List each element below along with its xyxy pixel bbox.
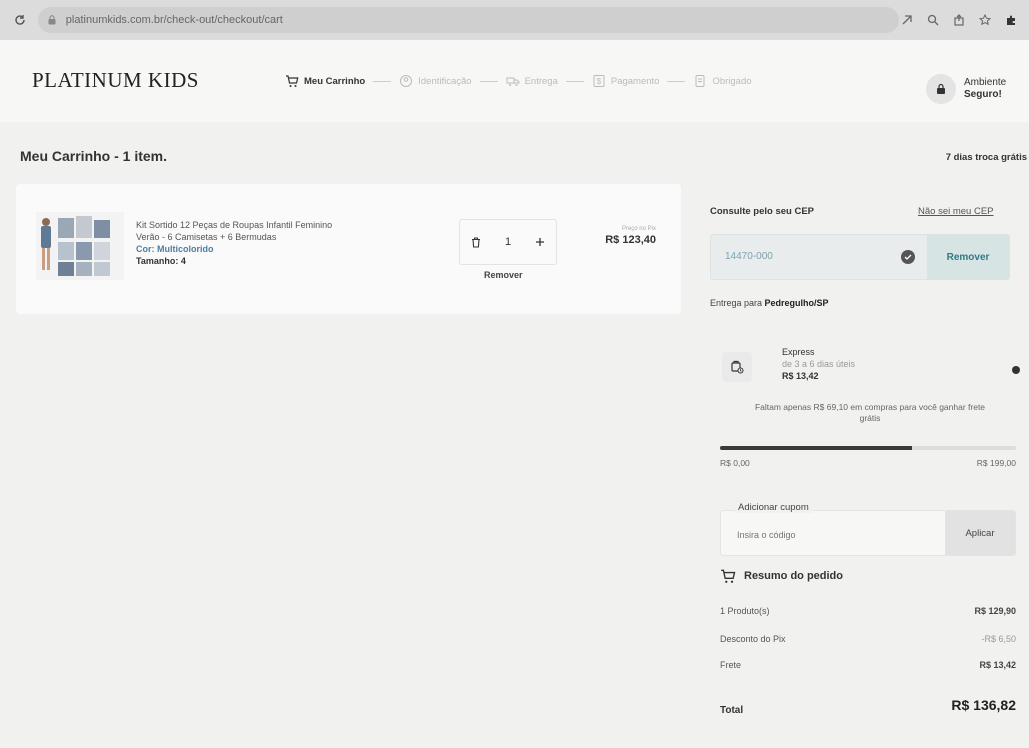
cart-icon (285, 74, 299, 88)
summary-value: R$ 129,90 (974, 606, 1016, 616)
step-divider (479, 80, 498, 82)
progress-min: R$ 0,00 (720, 458, 750, 468)
progress-max: R$ 199,00 (976, 458, 1016, 468)
total-label: Total (720, 705, 744, 716)
lock-icon (48, 15, 58, 25)
coupon-field: Aplicar (720, 510, 1016, 556)
cart-title: Meu Carrinho - 1 item. (20, 148, 168, 164)
plus-icon[interactable] (531, 238, 549, 246)
share-icon[interactable] (951, 12, 967, 28)
cart-icon (720, 568, 736, 584)
item-price: Preço no Pix R$ 123,40 (601, 226, 656, 246)
extensions-puzzle-icon[interactable] (1003, 12, 1019, 28)
browser-toolbar: platinumkids.com.br/check-out/checkout/c… (0, 0, 1029, 40)
step-divider (565, 80, 584, 82)
bookmark-star-icon[interactable] (977, 12, 993, 28)
delivery-prefix: Entrega para (710, 298, 765, 308)
price-value: R$ 123,40 (605, 234, 656, 246)
step-identification-label: Identificação (418, 75, 472, 87)
cep-field: 14470-000 Remover (710, 234, 1010, 280)
remove-item-button[interactable]: Remover (484, 270, 523, 280)
progress-track (720, 446, 1016, 450)
secure-environment: Ambiente Seguro! (926, 74, 1006, 104)
step-thanks: Obrigado (693, 74, 752, 88)
shipping-info: Express de 3 a 6 dias úteis R$ 13,42 (782, 346, 855, 382)
product-size: Tamanho: 4 (136, 256, 186, 266)
check-icon (901, 250, 915, 264)
summary-value: -R$ 6,50 (981, 634, 1016, 644)
step-thanks-label: Obrigado (712, 75, 752, 87)
coupon-input[interactable] (735, 529, 915, 541)
free-shipping-message: Faltam apenas R$ 69,10 em compras para v… (754, 402, 986, 423)
progress-fill (720, 446, 913, 450)
shipping-option[interactable]: Express de 3 a 6 dias úteis R$ 13,42 Fal… (720, 336, 1020, 456)
coupon-label: Adicionar cupom (734, 502, 813, 513)
product-color: Cor: Multicolorido (136, 244, 214, 254)
delivery-city: Pedregulho/SP (764, 298, 829, 308)
secure-text: Ambiente Seguro! (964, 77, 1006, 101)
summary-row-discount: Desconto do Pix -R$ 6,50 (720, 634, 1016, 644)
cep-input[interactable]: 14470-000 (725, 251, 773, 262)
cep-label: Consulte pelo seu CEP (710, 206, 814, 217)
address-bar[interactable]: platinumkids.com.br/check-out/checkout/c… (37, 7, 899, 33)
order-summary-title: Resumo do pedido (720, 568, 843, 584)
step-cart-label: Meu Carrinho (304, 75, 366, 87)
checkout-steps: Meu Carrinho Identificação Entrega $ Pag… (285, 74, 752, 88)
summary-label: 1 Produto(s) (720, 606, 770, 616)
total-value: R$ 136,82 (951, 697, 1016, 713)
svg-text:$: $ (597, 77, 602, 86)
zoom-icon[interactable] (925, 12, 941, 28)
summary-label: Desconto do Pix (720, 634, 786, 644)
secure-line-2: Seguro! (964, 89, 1002, 100)
secure-line-1: Ambiente (964, 77, 1007, 88)
truck-icon (506, 74, 520, 88)
quantity-stepper: 1 (459, 219, 557, 265)
quantity-value[interactable]: 1 (499, 236, 517, 248)
price-label: Preço no Pix (621, 226, 656, 232)
product-image[interactable] (36, 212, 124, 280)
shipping-days: de 3 a 6 dias úteis (782, 359, 856, 369)
free-shipping-progress: R$ 0,00 R$ 199,00 (720, 446, 1016, 468)
step-delivery-label: Entrega (524, 75, 558, 87)
step-delivery: Entrega (506, 74, 558, 88)
coupon-apply-button[interactable]: Aplicar (945, 511, 1015, 555)
lock-icon (926, 74, 956, 104)
summary-label: Frete (720, 660, 742, 670)
trash-icon[interactable] (467, 236, 485, 248)
site-header: PLATINUM KIDS Meu Carrinho Identificação… (0, 40, 1029, 122)
shipping-radio[interactable] (1012, 366, 1020, 374)
receipt-icon (693, 74, 707, 88)
shipping-name: Express (782, 347, 815, 357)
summary-row-shipping: Frete R$ 13,42 (720, 660, 1016, 670)
step-cart: Meu Carrinho (285, 74, 365, 88)
summary-total: Total R$ 136,82 (720, 697, 1016, 718)
payment-icon: $ (592, 74, 606, 88)
delivery-destination: Entrega para Pedregulho/SP (710, 298, 829, 308)
unknown-cep-link[interactable]: Não sei meu CEP (918, 206, 994, 217)
order-sidebar: Consulte pelo seu CEP Não sei meu CEP 14… (700, 184, 1029, 748)
reload-icon[interactable] (10, 10, 30, 30)
exchange-note: 7 dias troca grátis (945, 152, 1027, 163)
cart-item: Kit Sortido 12 Peças de Roupas Infantil … (16, 184, 681, 314)
step-identification: Identificação (399, 74, 472, 88)
product-name-line-1[interactable]: Kit Sortido 12 Peças de Roupas Infantil … (136, 219, 332, 231)
step-divider (667, 80, 686, 82)
step-payment-label: Pagamento (610, 75, 660, 87)
summary-row-products: 1 Produto(s) R$ 129,90 (720, 606, 1016, 616)
browser-actions (899, 12, 1019, 28)
product-name-line-2[interactable]: Verão - 6 Camisetas + 6 Bermudas (136, 231, 332, 243)
extension-icon[interactable] (899, 12, 915, 28)
step-payment: $ Pagamento (592, 74, 660, 88)
product-info: Kit Sortido 12 Peças de Roupas Infantil … (136, 219, 332, 267)
shipping-price: R$ 13,42 (782, 371, 819, 381)
site-logo[interactable]: PLATINUM KIDS (32, 68, 199, 93)
cart-title-row: Meu Carrinho - 1 item. 7 dias troca grát… (0, 122, 1029, 182)
url-text: platinumkids.com.br/check-out/checkout/c… (65, 14, 283, 26)
delivery-box-icon (722, 352, 752, 382)
summary-title-text: Resumo do pedido (744, 570, 843, 582)
step-divider (373, 80, 392, 82)
user-circle-icon (399, 74, 413, 88)
cep-remove-button[interactable]: Remover (927, 235, 1009, 279)
summary-value: R$ 13,42 (979, 660, 1016, 670)
